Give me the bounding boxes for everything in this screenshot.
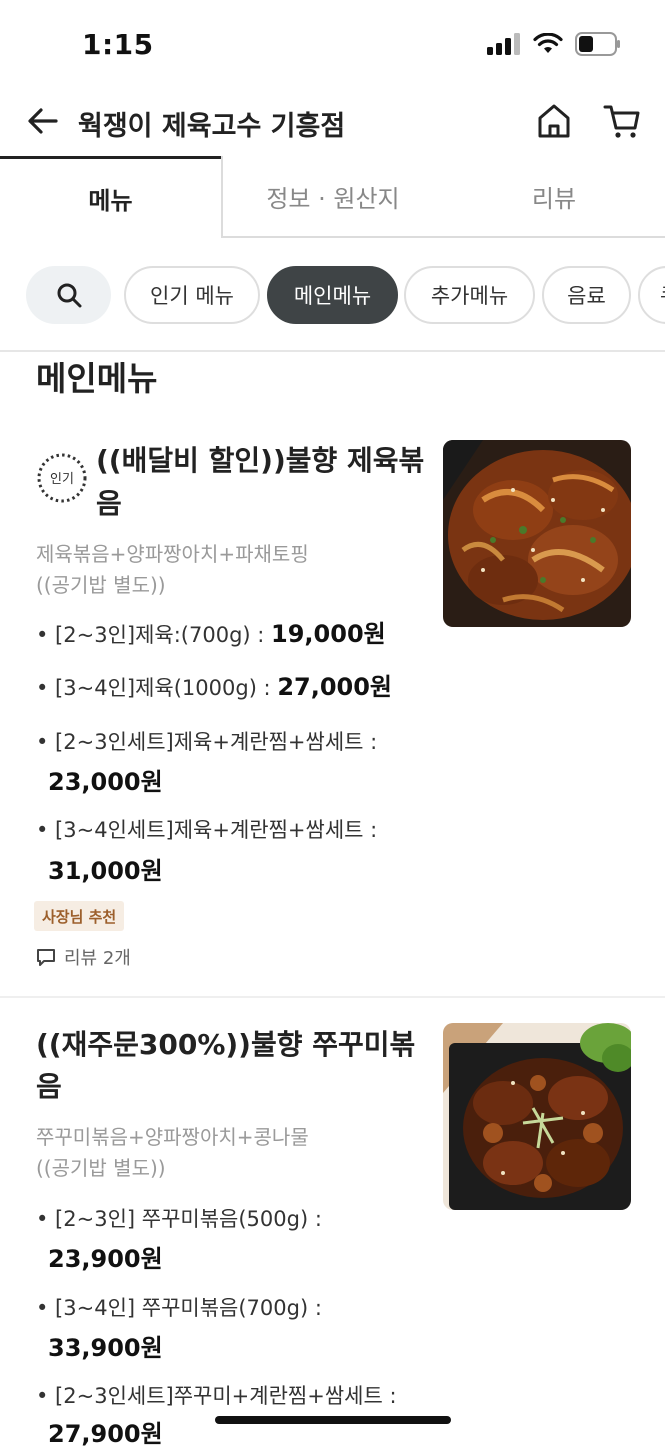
item-1-desc-line1: 제육볶음+양파짱아치+파채토핑 bbox=[36, 542, 309, 566]
search-icon bbox=[57, 283, 81, 308]
chip-next-partial[interactable]: 쿠 bbox=[638, 266, 665, 324]
item-2-option-1-label: • [2~3인] 쭈꾸미볶음(500g) : bbox=[36, 1207, 322, 1231]
chip-extra-menu[interactable]: 추가메뉴 bbox=[404, 266, 535, 324]
category-chips: 인기 메뉴 메인메뉴 추가메뉴 음료 쿠 bbox=[0, 264, 665, 330]
item-2-option-3-label: • [2~3인세트]쭈꾸미+계란찜+쌈세트 : bbox=[36, 1384, 397, 1408]
back-arrow-icon[interactable] bbox=[26, 104, 60, 138]
section-title: 메인메뉴 bbox=[36, 359, 158, 398]
status-time: 1:15 bbox=[82, 28, 154, 61]
item-separator bbox=[0, 996, 665, 998]
chip-drinks[interactable]: 음료 bbox=[542, 266, 631, 324]
option-label: • [3~4인]제육(1000g) : bbox=[36, 676, 278, 700]
app-header: 웍쟁이 제육고수 기흥점 bbox=[0, 90, 665, 156]
cart-icon[interactable] bbox=[603, 102, 641, 140]
item-2-desc-line1: 쭈꾸미볶음+양파짱아치+콩나물 bbox=[36, 1125, 309, 1149]
tab-reviews[interactable]: 리뷰 bbox=[443, 156, 665, 238]
chip-popular-menu[interactable]: 인기 메뉴 bbox=[124, 266, 260, 324]
home-icon[interactable] bbox=[536, 102, 572, 140]
item-1-option-3-label: • [2~3인세트]제육+계란찜+쌈세트 : bbox=[36, 730, 378, 754]
status-bar: 1:15 bbox=[0, 0, 665, 90]
item-2-title-line2: 음 bbox=[36, 1070, 62, 1103]
option-label: • [2~3인]제육:(700g) : bbox=[36, 623, 272, 647]
item-2-option-2-price: 33,900원 bbox=[48, 1334, 163, 1362]
review-count[interactable]: 리뷰 2개 bbox=[36, 944, 131, 970]
speech-bubble-icon bbox=[37, 949, 55, 966]
item-2-option-1-price: 23,900원 bbox=[48, 1245, 163, 1273]
chip-main-menu[interactable]: 메인메뉴 bbox=[267, 266, 398, 324]
item-1-option-1: • [2~3인]제육:(700g) : 19,000원 bbox=[36, 619, 386, 650]
battery-icon bbox=[575, 32, 620, 56]
status-icons bbox=[487, 32, 621, 56]
item-1-title-line1: ((배달비 할인))불향 제육볶 bbox=[96, 444, 425, 477]
item-1-option-3-price: 23,000원 bbox=[48, 768, 163, 796]
item-1-desc-line2: ((공기밥 별도)) bbox=[36, 573, 166, 597]
menu-search-button[interactable] bbox=[26, 266, 111, 324]
item-1-option-4-label: • [3~4인세트]제육+계란찜+쌈세트 : bbox=[36, 818, 378, 842]
home-indicator bbox=[215, 1416, 451, 1424]
item-1-option-4-price: 31,000원 bbox=[48, 857, 163, 885]
review-count-label: 리뷰 2개 bbox=[64, 948, 131, 969]
stir-fried-pork-image bbox=[443, 440, 631, 627]
item-1-option-2: • [3~4인]제육(1000g) : 27,000원 bbox=[36, 672, 392, 703]
item-2-option-3-price: 27,900원 bbox=[48, 1420, 163, 1448]
wifi-icon bbox=[533, 33, 563, 53]
cellular-signal-icon bbox=[487, 33, 520, 55]
stir-fried-octopus-image bbox=[443, 1023, 631, 1210]
option-price: 27,000원 bbox=[277, 673, 393, 701]
owner-recommend-tag: 사장님 추천 bbox=[34, 901, 125, 931]
popular-badge-icon: 인기 bbox=[37, 453, 87, 503]
popular-badge-label: 인기 bbox=[50, 472, 74, 487]
tab-menu[interactable]: 메뉴 bbox=[0, 156, 221, 238]
item-1-photo bbox=[443, 440, 631, 627]
item-2-option-2-label: • [3~4인] 쭈꾸미볶음(700g) : bbox=[36, 1296, 322, 1320]
item-2-desc-line2: ((공기밥 별도)) bbox=[36, 1156, 166, 1180]
item-2-photo bbox=[443, 1023, 631, 1210]
item-2-title-line1: ((재주문300%))불향 쭈꾸미볶 bbox=[36, 1028, 416, 1061]
tab-info-origin[interactable]: 정보 · 원산지 bbox=[221, 156, 443, 238]
option-price: 19,000원 bbox=[271, 620, 386, 648]
item-1-title-line2: 음 bbox=[96, 487, 122, 520]
store-tabs: 메뉴 정보 · 원산지 리뷰 bbox=[0, 156, 665, 240]
store-title: 웍쟁이 제육고수 기흥점 bbox=[78, 111, 346, 142]
